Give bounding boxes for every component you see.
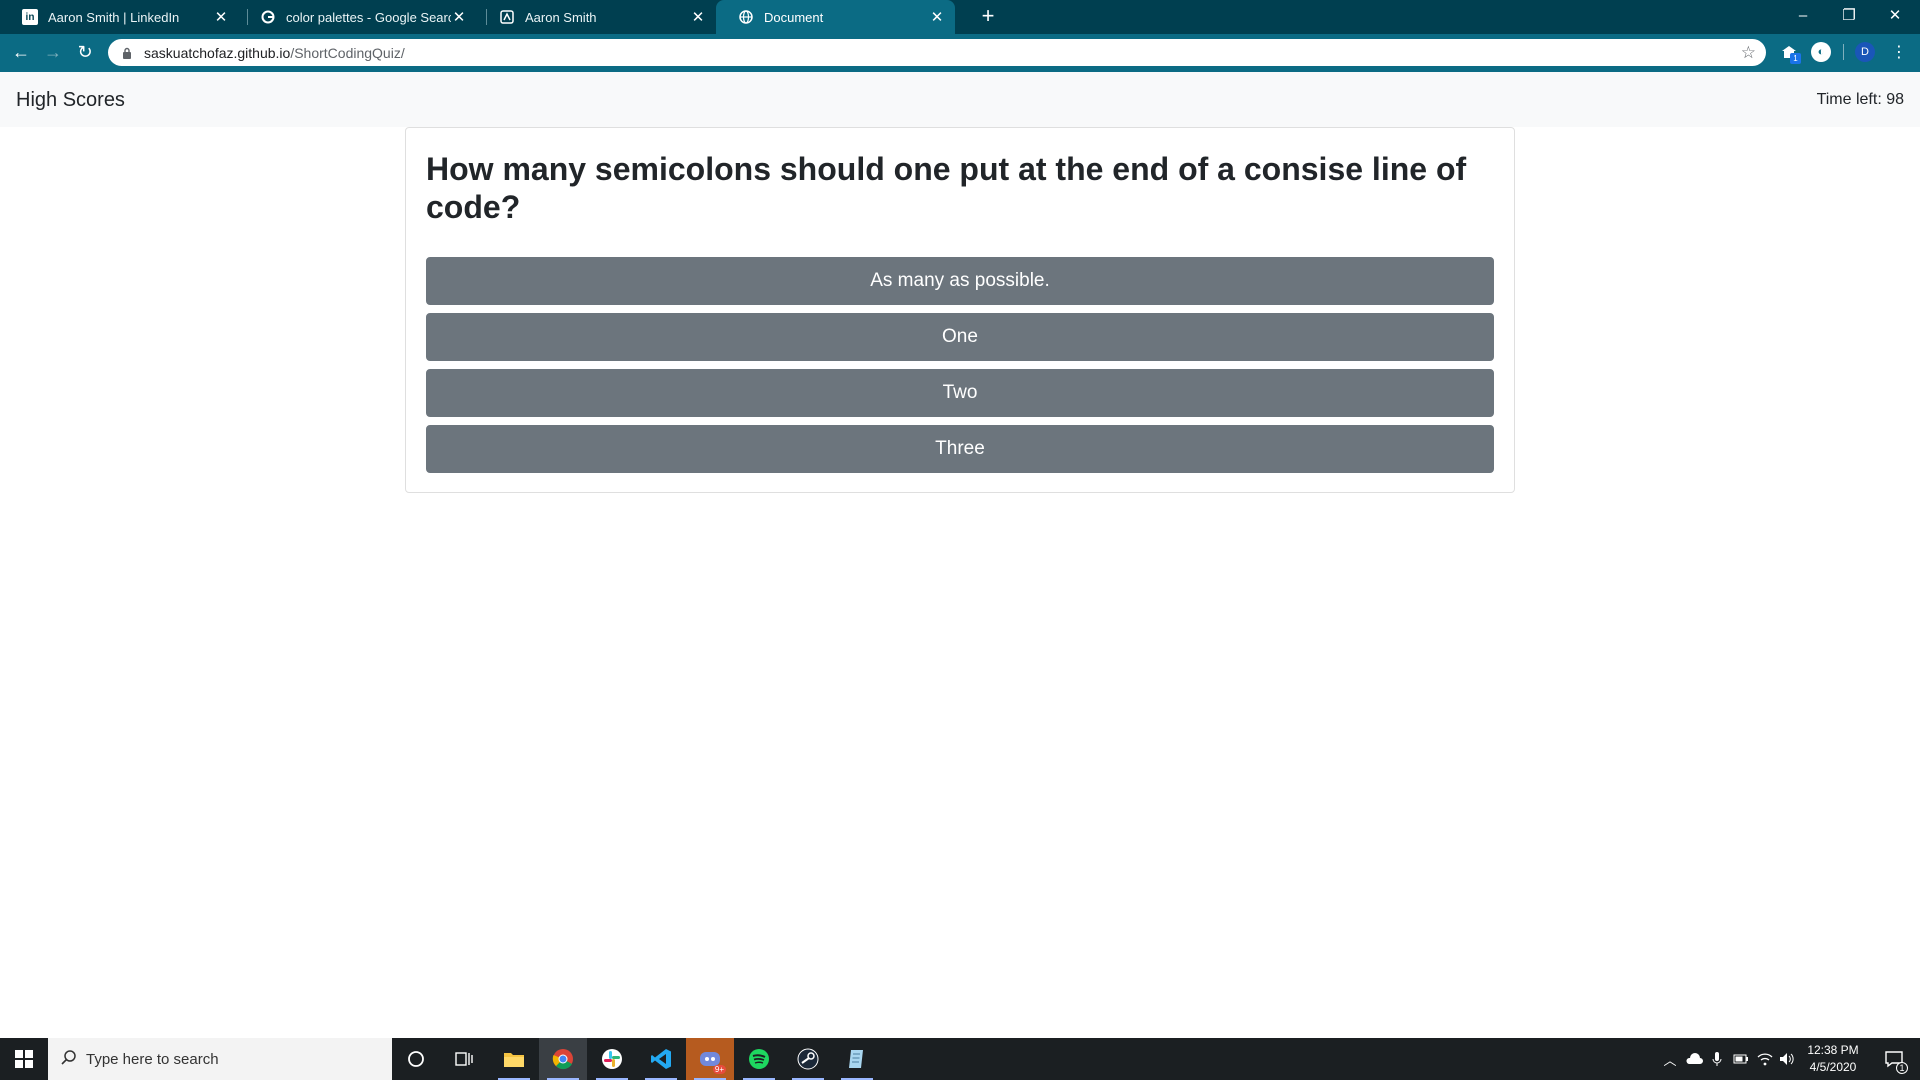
close-icon[interactable]: ✕ (929, 9, 945, 26)
linkedin-icon: in (22, 9, 38, 25)
discord-icon[interactable]: 9+ (686, 1038, 734, 1080)
close-icon[interactable]: ✕ (451, 9, 467, 26)
new-tab-button[interactable]: + (976, 5, 1000, 29)
search-icon (60, 1049, 78, 1071)
answer-button-4[interactable]: Three (426, 425, 1494, 473)
question-text: How many semicolons should one put at th… (426, 151, 1467, 225)
portfolio-icon (499, 9, 515, 25)
onedrive-cloud-icon[interactable] (1684, 1049, 1704, 1069)
file-explorer-icon[interactable] (490, 1038, 538, 1080)
high-scores-link[interactable]: High Scores (16, 89, 125, 112)
discord-badge: 9+ (712, 1065, 726, 1074)
steam-icon[interactable] (784, 1038, 832, 1080)
timer-text: Time left: 98 (1816, 91, 1904, 108)
browser-tab-bar: in Aaron Smith | LinkedIn ✕ color palett… (0, 0, 1920, 34)
windows-start-icon[interactable] (0, 1038, 48, 1080)
battery-icon[interactable] (1731, 1049, 1751, 1069)
windows-taskbar: Type here to search 9+ ︿ 12:38 PM 4/5/20… (0, 1038, 1920, 1080)
taskbar-clock[interactable]: 12:38 PM 4/5/2020 (1798, 1042, 1868, 1076)
lock-icon (122, 46, 134, 60)
url-host: saskuatchofaz.github.io (144, 44, 291, 61)
close-icon[interactable]: ✕ (213, 9, 229, 26)
notification-count: 1 (1896, 1062, 1908, 1074)
clock-date: 4/5/2020 (1809, 1060, 1857, 1074)
bookmark-star-icon[interactable]: ☆ (1741, 43, 1756, 63)
page-content: High Scores Time left: 98 How many semic… (0, 72, 1920, 1038)
answer-button-3[interactable]: Two (426, 369, 1494, 417)
forward-arrow-icon[interactable]: → (41, 40, 65, 64)
search-placeholder: Type here to search (86, 1050, 219, 1068)
tab-title: color palettes - Google Search (286, 9, 451, 25)
wifi-icon[interactable] (1755, 1049, 1775, 1069)
tab-title: Document (764, 9, 824, 25)
volume-icon[interactable] (1777, 1049, 1797, 1069)
close-window-icon[interactable]: ✕ (1872, 0, 1918, 30)
google-icon (260, 9, 276, 25)
profile-initial: D (1861, 46, 1869, 58)
notepad-icon[interactable] (833, 1038, 881, 1080)
url-path: /ShortCodingQuiz/ (290, 44, 405, 61)
task-view-icon[interactable] (440, 1038, 488, 1080)
clock-time: 12:38 PM (1807, 1043, 1859, 1057)
menu-kebab-icon[interactable]: ⋮ (1887, 40, 1911, 64)
toolbar-divider (1843, 44, 1844, 60)
taskbar-search-input[interactable]: Type here to search (48, 1038, 392, 1080)
browser-toolbar: ← → ↻ saskuatchofaz.github.io/ShortCodin… (0, 34, 1920, 70)
globe-icon (738, 9, 754, 25)
slack-icon[interactable] (588, 1038, 636, 1080)
close-icon[interactable]: ✕ (690, 9, 706, 26)
question-card: How many semicolons should one put at th… (405, 127, 1515, 493)
extension-badge: 1 (1790, 53, 1801, 64)
reload-icon[interactable]: ↻ (73, 40, 97, 64)
cortana-icon[interactable] (392, 1038, 440, 1080)
restore-icon[interactable]: ❐ (1826, 0, 1872, 30)
notification-center-icon[interactable]: 1 (1874, 1038, 1914, 1080)
quiz-navbar: High Scores Time left: 98 (0, 72, 1920, 127)
tab-google-search[interactable]: color palettes - Google Search ✕ (238, 0, 477, 34)
extension-circle-icon[interactable]: ◐ (1811, 42, 1831, 62)
profile-avatar[interactable]: D (1855, 42, 1875, 62)
spotify-icon[interactable] (735, 1038, 783, 1080)
extension-icon[interactable]: 1 (1779, 42, 1801, 64)
answer-button-1[interactable]: As many as possible. (426, 257, 1494, 305)
microphone-icon[interactable] (1707, 1049, 1727, 1069)
vscode-icon[interactable] (637, 1038, 685, 1080)
tab-document[interactable]: Document ✕ (716, 0, 955, 34)
chrome-icon[interactable] (539, 1038, 587, 1080)
address-bar[interactable]: saskuatchofaz.github.io/ShortCodingQuiz/… (108, 39, 1766, 66)
minimize-icon[interactable]: – (1780, 0, 1826, 30)
tab-title: Aaron Smith | LinkedIn (48, 9, 180, 25)
tab-aaron-smith[interactable]: Aaron Smith ✕ (477, 0, 716, 34)
tab-linkedin[interactable]: in Aaron Smith | LinkedIn ✕ (0, 0, 239, 34)
tab-title: Aaron Smith (525, 9, 597, 25)
show-hidden-icons-chevron-icon[interactable]: ︿ (1660, 1049, 1680, 1069)
back-arrow-icon[interactable]: ← (9, 40, 33, 64)
answer-button-2[interactable]: One (426, 313, 1494, 361)
